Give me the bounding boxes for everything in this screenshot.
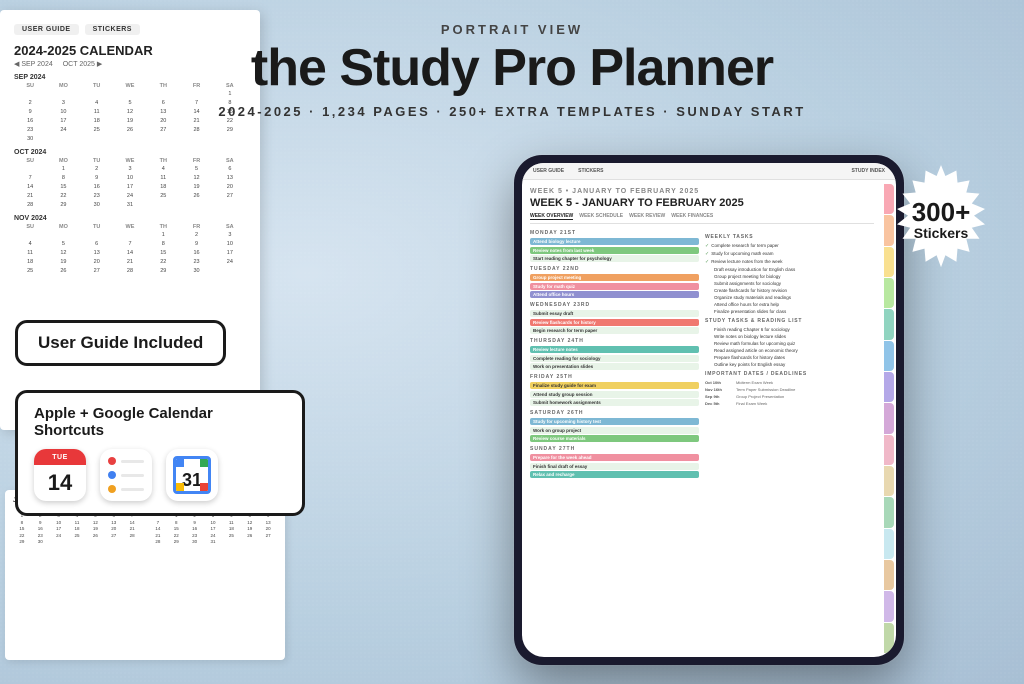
sidebar-tab-11[interactable] [884,497,894,527]
sidebar-tab-15[interactable] [884,623,894,653]
apple-cal-date: 14 [34,465,86,501]
portrait-view-label: PORTRAIT VIEW [0,22,1024,37]
sidebar-tab-2[interactable] [884,215,894,245]
google-calendar-icon: 31 [166,449,218,501]
right-tasks-col: WEEKLY TASKS ✓Complete research for term… [705,230,874,482]
sidebar-tab-12[interactable] [884,529,894,559]
sidebar-tab-10[interactable] [884,466,894,496]
tab-week-overview[interactable]: WEEK OVERVIEW [530,213,573,220]
stickers-count: 300+ [912,199,971,225]
stickers-label: Stickers [914,225,968,242]
tab-week-finances[interactable]: WEEK FINANCES [671,213,713,220]
apple-google-badge: Apple + Google Calendar Shortcuts TUE 14 [15,390,305,516]
sidebar-tab-3[interactable] [884,247,894,277]
sidebar-tab-14[interactable] [884,591,894,621]
tab-week-schedule[interactable]: WEEK SCHEDULE [579,213,623,220]
nov-2024-block: NOV 2024 SUMOTUWETHFRSA 123 45678910 111… [14,215,246,275]
nav-user-guide[interactable]: USER GUIDE [528,166,569,176]
apple-cal-day: TUE [34,449,86,465]
user-guide-badge: User Guide Included [15,320,226,366]
planner-content: WEEK 5 • JANUARY TO FEBRUARY 2025 WEEK 5… [522,180,896,657]
planner-tabs: WEEK OVERVIEW WEEK SCHEDULE WEEK REVIEW … [530,213,874,224]
tablet-screen: USER GUIDE STICKERS STUDY INDEX WEEK 5 •… [522,163,896,657]
sidebar-tab-9[interactable] [884,435,894,465]
tab-week-review[interactable]: WEEK REVIEW [629,213,665,220]
sidebar-tab-5[interactable] [884,309,894,339]
sidebar-tab-7[interactable] [884,372,894,402]
main-title: the Study Pro Planner [0,41,1024,96]
tablet-body: USER GUIDE STICKERS STUDY INDEX WEEK 5 •… [514,155,904,665]
sidebar-tab-6[interactable] [884,341,894,371]
planner-main: WEEK 5 • JANUARY TO FEBRUARY 2025 WEEK 5… [522,180,882,657]
planner-top-nav: USER GUIDE STICKERS STUDY INDEX [522,163,896,180]
apple-google-title: Apple + Google Calendar Shortcuts [34,405,286,439]
sidebar-tab-13[interactable] [884,560,894,590]
reminders-icon [100,449,152,501]
daily-tasks-col: MONDAY 21ST Attend biology lecture Revie… [530,230,699,482]
subtitle-row: 2024-2025 · 1,234 PAGES · 250+ EXTRA TEM… [0,104,1024,119]
sidebar-tab-1[interactable] [884,184,894,214]
planner-sidebar [882,180,896,657]
header: PORTRAIT VIEW the Study Pro Planner 2024… [0,0,1024,119]
app-icons-row: TUE 14 31 [34,449,286,501]
nav-study-index[interactable]: STUDY INDEX [846,166,890,176]
planner-two-col: MONDAY 21ST Attend biology lecture Revie… [530,230,874,482]
apple-calendar-icon: TUE 14 [34,449,86,501]
sidebar-tab-4[interactable] [884,278,894,308]
tablet: USER GUIDE STICKERS STUDY INDEX WEEK 5 •… [514,155,904,665]
oct-2024-block: OCT 2024 SUMOTUWETHFRSA 123456 789101112… [14,149,246,209]
nav-stickers[interactable]: STICKERS [573,166,608,176]
week-label: WEEK 5 • JANUARY TO FEBRUARY 2025 [530,188,874,195]
planner-date-title: WEEK 5 - JANUARY TO FEBRUARY 2025 [530,197,874,209]
sidebar-tab-8[interactable] [884,403,894,433]
